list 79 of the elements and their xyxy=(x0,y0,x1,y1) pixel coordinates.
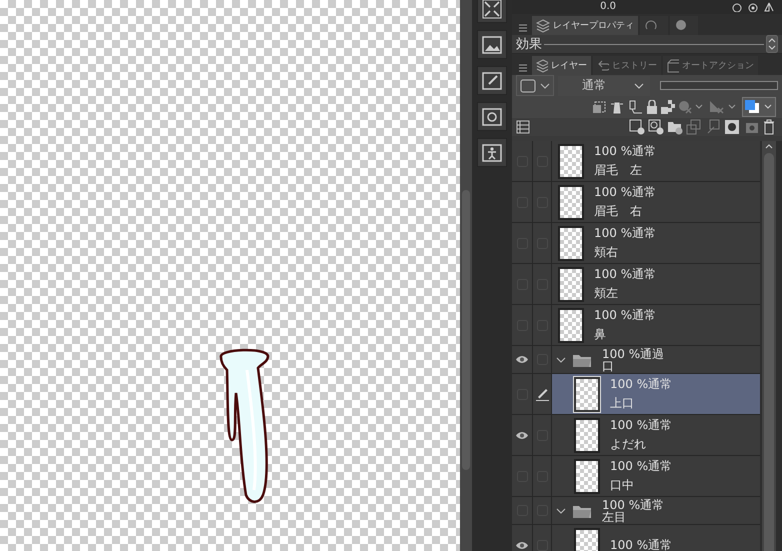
color-swatch-dropdown-icon[interactable] xyxy=(742,97,776,117)
lock-icon[interactable] xyxy=(646,100,658,114)
chevron-down-icon xyxy=(540,82,550,90)
layer-row[interactable]: 100 %通常 上口 xyxy=(512,374,760,415)
color-select-dropdown[interactable] xyxy=(516,75,554,96)
layers-icon xyxy=(536,58,548,72)
layer-opacity-blend: 100 %通過 xyxy=(602,348,664,360)
rotate-icon xyxy=(732,2,742,12)
layer-name: よだれ xyxy=(610,436,647,453)
panel-tab[interactable]: レイヤー xyxy=(532,56,591,75)
undo-arrow-icon xyxy=(597,58,609,72)
mask-icon[interactable] xyxy=(724,119,740,135)
layer-thumbnail xyxy=(558,144,584,178)
folder-name: 左目 xyxy=(602,510,627,522)
flip-icon xyxy=(764,2,774,12)
panel-tab[interactable]: オートアクション xyxy=(663,56,758,75)
layer-row[interactable]: 100 %通常 眉毛 右 xyxy=(512,182,760,223)
scrollbar[interactable] xyxy=(762,141,776,551)
layer-name: 眉毛 左 xyxy=(594,162,643,179)
figure-frame-button[interactable] xyxy=(477,138,507,167)
layer-thumbnail xyxy=(574,418,600,452)
expand-arrows-icon xyxy=(480,0,504,20)
layer-name: 頬右 xyxy=(594,244,619,261)
image-frame-button[interactable] xyxy=(477,30,507,59)
layer-opacity-blend: 100 %通常 xyxy=(610,417,672,434)
layer-row[interactable]: 100 %通常 眉毛 左 xyxy=(512,141,760,182)
layer-name: 頬左 xyxy=(594,285,619,302)
edit-frame-button[interactable] xyxy=(477,66,507,95)
layer-thumbnail xyxy=(574,376,600,412)
layer-name: 眉毛 右 xyxy=(594,203,643,220)
dashed-square-icon[interactable] xyxy=(593,100,607,114)
eye-icon[interactable] xyxy=(515,430,529,440)
square-icon xyxy=(520,78,536,92)
layer-opacity-blend: 100 %通常 xyxy=(610,536,672,551)
new-layer-icon[interactable] xyxy=(629,119,645,135)
new-vector-layer-icon[interactable] xyxy=(648,119,664,135)
eye-icon[interactable] xyxy=(515,540,529,550)
layer-row[interactable]: 100 %通常 鼻 xyxy=(512,305,760,346)
folder-name: 口 xyxy=(602,360,615,372)
caret-icon[interactable] xyxy=(556,506,566,516)
layer-thumbnail xyxy=(558,266,584,302)
layer-name: 口中 xyxy=(610,477,635,494)
folder-row[interactable]: 100 %通常 左目 xyxy=(512,497,760,525)
panel-tab[interactable]: レイヤープロパティ xyxy=(532,16,638,35)
expand-arrows-button[interactable] xyxy=(477,0,507,23)
target-icon xyxy=(748,2,758,12)
layer-opacity-blend: 100 %通常 xyxy=(602,498,664,510)
new-folder-icon[interactable] xyxy=(667,119,683,135)
pen-icon[interactable] xyxy=(535,388,549,400)
layer-opacity-blend: 100 %通常 xyxy=(594,266,656,283)
layer-thumbnail xyxy=(574,458,600,494)
list-icon[interactable] xyxy=(516,120,530,134)
layer-opacity-blend: 100 %通常 xyxy=(594,143,656,160)
layer-row[interactable]: 100 %通常 頬右 xyxy=(512,223,760,264)
expand-toggle-icon[interactable] xyxy=(766,35,778,53)
eye-icon[interactable] xyxy=(515,355,529,364)
layer-thumbnail xyxy=(558,308,584,342)
layer-row[interactable]: 100 %通常 xyxy=(512,525,760,551)
layer-name: 上口 xyxy=(610,395,635,412)
chevron-down-icon xyxy=(634,82,644,90)
zoom-reading: 0.0 xyxy=(600,0,617,14)
trash-icon[interactable] xyxy=(762,119,776,135)
layer-thumbnail xyxy=(558,184,584,220)
layer-opacity-blend: 100 %通常 xyxy=(594,184,656,201)
folder-row[interactable]: 100 %通過 口 xyxy=(512,346,760,374)
layer-opacity-blend: 100 %通常 xyxy=(610,458,672,475)
layer-row[interactable]: 100 %通常 口中 xyxy=(512,456,760,497)
layer-opacity-blend: 100 %通常 xyxy=(594,225,656,242)
layer-row[interactable]: 100 %通常 頬左 xyxy=(512,264,760,305)
layer-row[interactable]: 100 %通常 よだれ xyxy=(512,415,760,456)
panel-tab[interactable]: ヒストリー xyxy=(593,56,661,75)
caret-icon[interactable] xyxy=(556,354,566,364)
layer-name: 鼻 xyxy=(594,326,607,343)
lock-checker-icon[interactable] xyxy=(661,100,675,114)
layer-thumbnail xyxy=(558,226,584,260)
section-label: 効果 xyxy=(516,36,542,53)
layer-opacity-blend: 100 %通常 xyxy=(594,307,656,324)
layer-opacity-blend: 100 %通常 xyxy=(610,376,672,393)
lighthouse-icon[interactable] xyxy=(610,100,624,114)
